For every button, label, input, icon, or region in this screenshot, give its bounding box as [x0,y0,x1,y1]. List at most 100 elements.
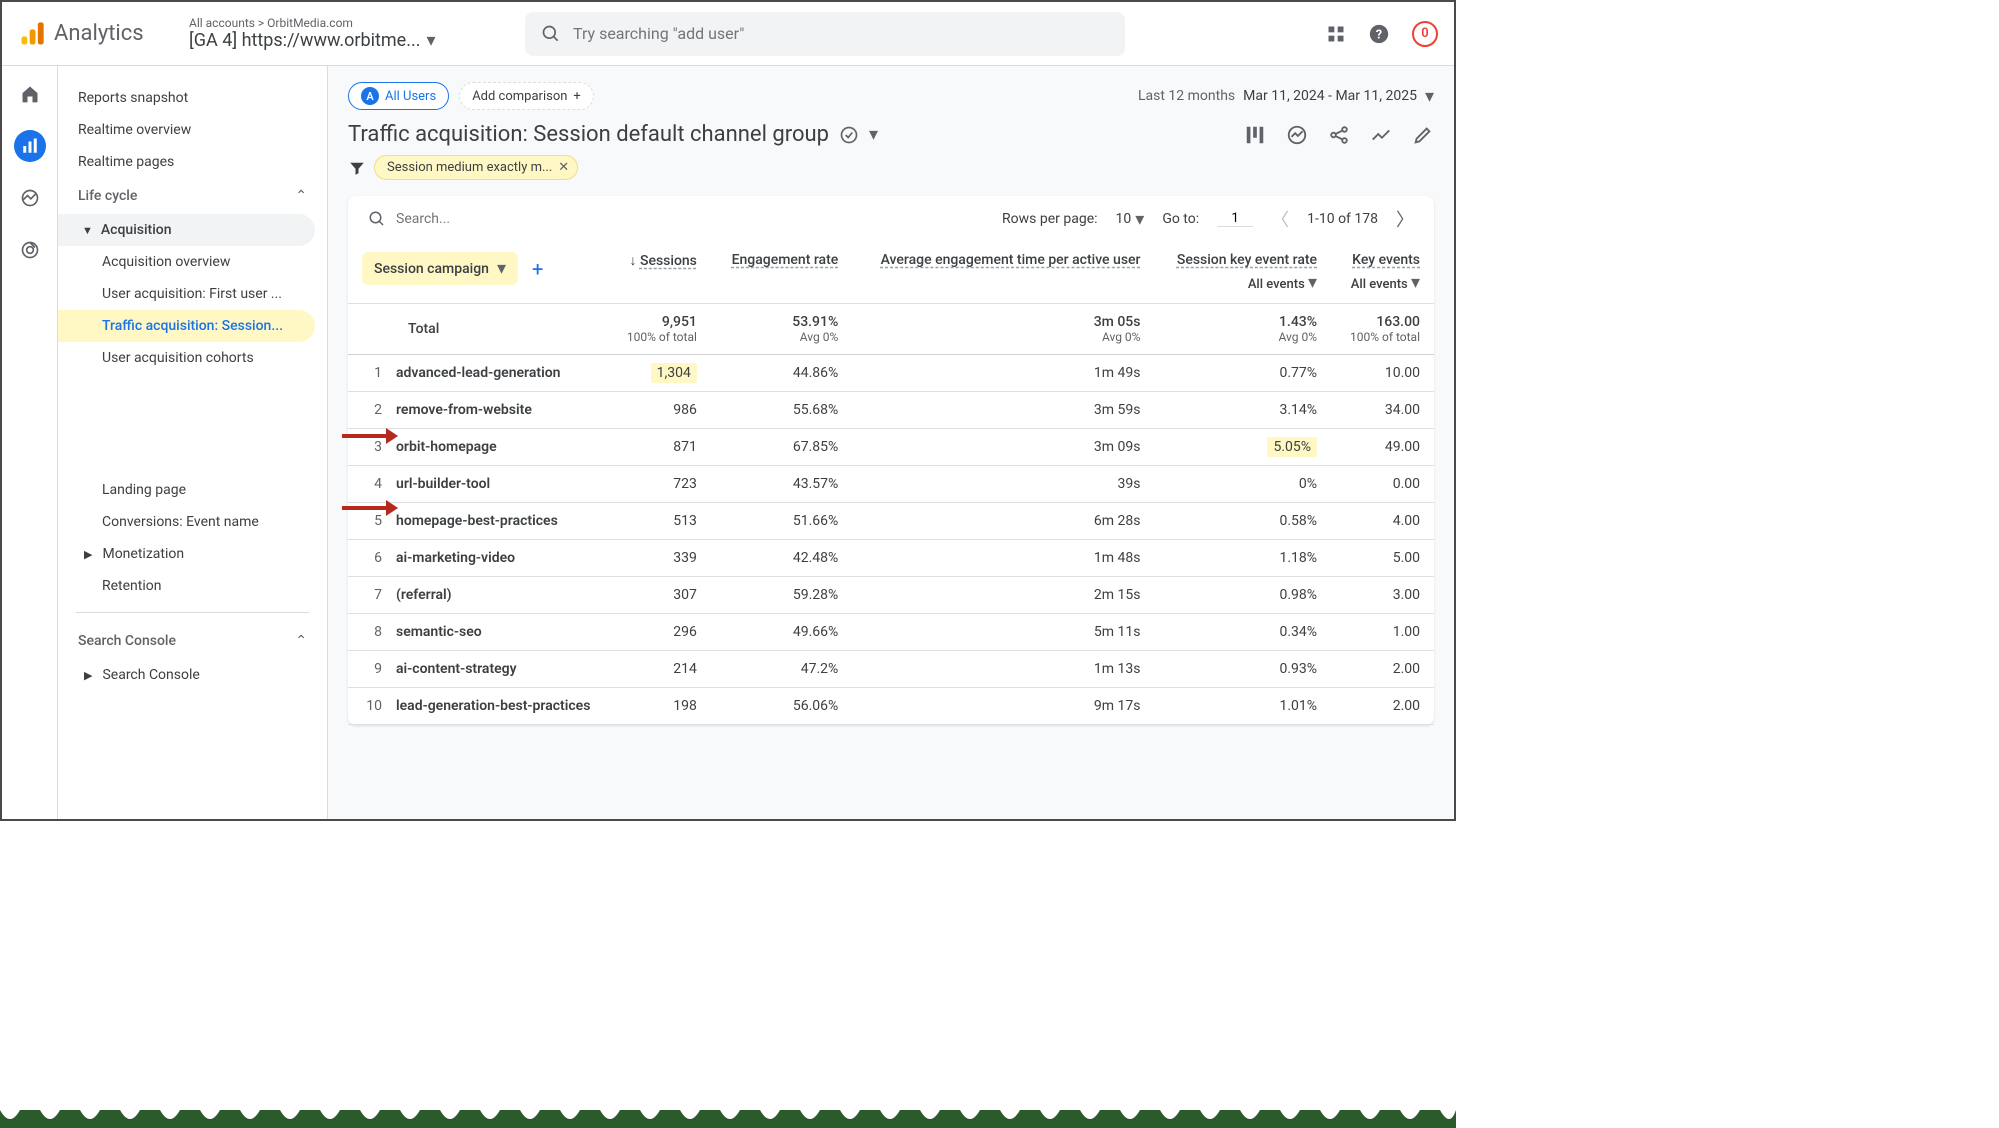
sidebar-group-acquisition[interactable]: ▼ Acquisition [58,214,315,246]
analytics-logo-icon [18,20,46,48]
table-row[interactable]: 7(referral)30759.28%2m 15s0.98%3.00 [348,577,1434,614]
page-title: Traffic acquisition: Session default cha… [348,122,878,147]
column-avg-engagement-time[interactable]: Average engagement time per active user [852,242,1154,304]
dimension-header: Session campaign▾ + [348,242,608,304]
table-row[interactable]: 6ai-marketing-video33942.48%1m 48s1.18%5… [348,540,1434,577]
sidebar-item-acquisition-overview[interactable]: Acquisition overview [58,246,327,278]
add-dimension-button[interactable]: + [528,257,547,281]
sidebar-item-conversions[interactable]: Conversions: Event name [58,506,327,538]
goto-input[interactable] [1217,211,1253,227]
apps-grid-icon[interactable] [1326,24,1346,44]
dimension-picker[interactable]: Session campaign▾ [362,252,518,285]
table-row[interactable]: 5homepage-best-practices51351.66%6m 28s0… [348,503,1434,540]
arrow-icon [342,498,398,518]
sort-down-icon: ↓ [630,253,637,269]
topbar: Analytics All accounts > OrbitMedia.com … [2,2,1454,66]
notification-counter[interactable]: 0 [1412,21,1438,47]
totals-cell: 9,951100% of total [608,304,711,355]
column-key-events[interactable]: Key eventsAll events ▾ [1331,242,1434,304]
data-table: Session campaign▾ + ↓ Sessions Engagemen… [348,242,1434,725]
rail-reports-icon[interactable] [14,130,46,162]
sidebar-item-realtime-pages[interactable]: Realtime pages [58,146,327,178]
sidebar-item-landing-page[interactable]: Landing page [58,474,327,506]
page-range-text: 1-10 of 178 [1307,211,1378,227]
chevron-right-icon: ▶ [84,548,92,561]
rows-per-page-select[interactable]: 10 ▾ [1116,209,1145,230]
table-row[interactable]: 1advanced-lead-generation1,30444.86%1m 4… [348,355,1434,392]
chevron-down-icon: ▼ [82,224,93,237]
property-breadcrumb: All accounts > OrbitMedia.com [189,16,509,30]
date-range-picker[interactable]: Last 12 months Mar 11, 2024 - Mar 11, 20… [1138,86,1434,107]
sidebar-group-search-console[interactable]: ▶Search Console [58,659,327,691]
totals-cell: 3m 05sAvg 0% [852,304,1154,355]
sidebar-item-realtime-overview[interactable]: Realtime overview [58,114,327,146]
property-name: [GA 4] https://www.orbitme... [189,30,420,51]
customize-icon[interactable] [1244,124,1266,146]
sidebar: Reports snapshot Realtime overview Realt… [58,66,328,819]
chevron-down-icon[interactable]: ▾ [1411,272,1420,293]
arrow-icon [342,426,398,446]
chevron-up-icon: ⌃ [295,633,307,649]
svg-text:?: ? [1376,27,1382,42]
plus-icon: + [573,89,580,104]
sidebar-group-monetization[interactable]: ▶Monetization [58,538,327,570]
sidebar-item-retention[interactable]: Retention [58,570,327,602]
chevron-down-icon: ▾ [1425,86,1434,107]
logo-group: Analytics [18,20,173,48]
table-row[interactable]: 4url-builder-tool72343.57%39s0%0.00 [348,466,1434,503]
help-icon[interactable]: ? [1368,23,1390,45]
property-picker[interactable]: All accounts > OrbitMedia.com [GA 4] htt… [189,16,509,51]
trend-icon[interactable] [1370,124,1392,146]
next-page-icon[interactable]: 〉 [1396,206,1414,232]
segment-badge-icon: A [361,87,379,105]
column-sessions[interactable]: ↓ Sessions [608,242,711,304]
rows-per-page-label: Rows per page: [1002,211,1097,227]
torn-edge-decoration [0,1110,1456,1128]
table-search-input[interactable] [396,211,576,227]
chip-all-users[interactable]: AAll Users [348,82,449,110]
goto-label: Go to: [1162,211,1199,227]
table-row[interactable]: 10lead-generation-best-practices19856.06… [348,688,1434,725]
data-table-card: Rows per page: 10 ▾ Go to: 〈 1-10 of 178… [348,196,1434,725]
main-content: AAll Users Add comparison+ Last 12 month… [328,66,1454,819]
table-row[interactable]: 3orbit-homepage87167.85%3m 09s5.05%49.00 [348,429,1434,466]
edit-icon[interactable] [1412,124,1434,146]
totals-cell: 53.91%Avg 0% [711,304,852,355]
sidebar-item-user-acquisition[interactable]: User acquisition: First user ... [58,278,327,310]
table-row[interactable]: 2remove-from-website98655.68%3m 59s3.14%… [348,392,1434,429]
chevron-down-icon[interactable]: ▾ [1308,272,1317,293]
filter-icon[interactable] [348,159,366,177]
table-row[interactable]: 8semantic-seo29649.66%5m 11s0.34%1.00 [348,614,1434,651]
chevron-down-icon: ▾ [497,258,506,279]
rail-advertising-icon[interactable] [14,234,46,266]
sidebar-item-reports-snapshot[interactable]: Reports snapshot [58,82,327,114]
share-icon[interactable] [1328,124,1350,146]
search-icon [541,24,561,44]
chevron-down-icon[interactable]: ▾ [869,124,878,145]
brand-name: Analytics [54,21,144,46]
search-icon [368,210,386,228]
column-key-event-rate[interactable]: Session key event rateAll events ▾ [1154,242,1331,304]
check-circle-icon[interactable] [839,125,859,145]
chevron-down-icon: ▾ [1135,209,1144,230]
chevron-right-icon: ▶ [84,669,92,682]
search-input[interactable] [573,24,1109,43]
sidebar-section-search-console[interactable]: Search Console ⌃ [58,623,327,659]
filter-pill-session-medium[interactable]: Session medium exactly m... ✕ [374,155,578,180]
prev-page-icon[interactable]: 〈 [1271,206,1289,232]
sidebar-item-traffic-acquisition[interactable]: Traffic acquisition: Session... [58,310,315,342]
rail-explore-icon[interactable] [14,182,46,214]
insights-icon[interactable] [1286,124,1308,146]
chevron-up-icon: ⌃ [295,188,307,204]
search-box[interactable] [525,12,1125,56]
sidebar-section-lifecycle[interactable]: Life cycle ⌃ [58,178,327,214]
chevron-down-icon: ▾ [426,30,435,51]
chip-add-comparison[interactable]: Add comparison+ [459,82,594,110]
sidebar-item-user-cohorts[interactable]: User acquisition cohorts [58,342,327,374]
column-engagement-rate[interactable]: Engagement rate [711,242,852,304]
table-row[interactable]: 9ai-content-strategy21447.2%1m 13s0.93%2… [348,651,1434,688]
rail-home-icon[interactable] [14,78,46,110]
totals-cell: 163.00100% of total [1331,304,1434,355]
left-rail [2,66,58,819]
close-icon[interactable]: ✕ [558,160,569,175]
